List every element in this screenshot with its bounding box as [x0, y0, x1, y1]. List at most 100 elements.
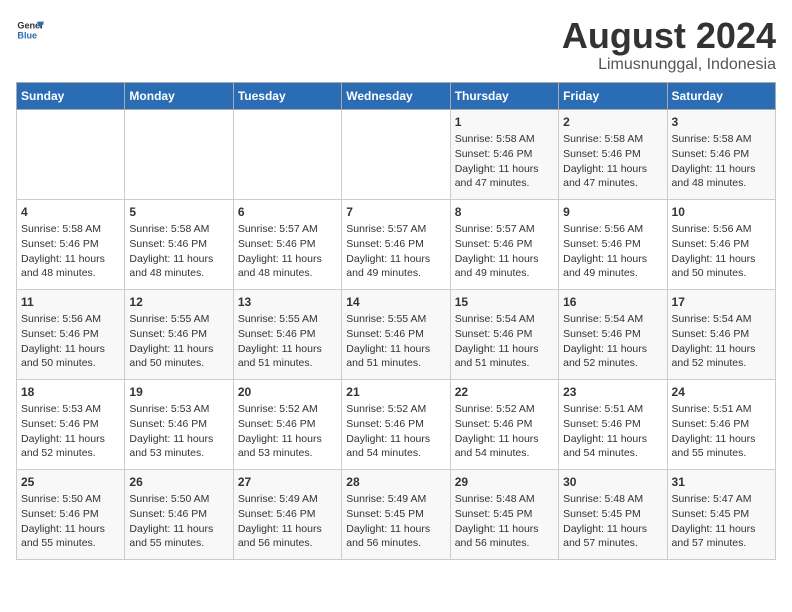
day-info: Sunrise: 5:55 AM Sunset: 5:46 PM Dayligh…: [346, 312, 445, 371]
day-number: 10: [672, 204, 771, 221]
day-info: Sunrise: 5:47 AM Sunset: 5:45 PM Dayligh…: [672, 492, 771, 551]
day-info: Sunrise: 5:52 AM Sunset: 5:46 PM Dayligh…: [455, 402, 554, 461]
day-cell: 17Sunrise: 5:54 AM Sunset: 5:46 PM Dayli…: [667, 289, 775, 379]
day-cell: 31Sunrise: 5:47 AM Sunset: 5:45 PM Dayli…: [667, 469, 775, 559]
day-number: 25: [21, 474, 120, 491]
day-cell: 19Sunrise: 5:53 AM Sunset: 5:46 PM Dayli…: [125, 379, 233, 469]
svg-text:Blue: Blue: [17, 30, 37, 40]
day-cell: 22Sunrise: 5:52 AM Sunset: 5:46 PM Dayli…: [450, 379, 558, 469]
col-header-saturday: Saturday: [667, 82, 775, 109]
day-number: 24: [672, 384, 771, 401]
day-cell: 3Sunrise: 5:58 AM Sunset: 5:46 PM Daylig…: [667, 109, 775, 199]
subtitle: Limusnunggal, Indonesia: [562, 56, 776, 74]
day-info: Sunrise: 5:52 AM Sunset: 5:46 PM Dayligh…: [238, 402, 337, 461]
logo-icon: General Blue: [16, 16, 44, 44]
day-cell: 10Sunrise: 5:56 AM Sunset: 5:46 PM Dayli…: [667, 199, 775, 289]
header-row: SundayMondayTuesdayWednesdayThursdayFrid…: [17, 82, 776, 109]
day-number: 28: [346, 474, 445, 491]
title-block: August 2024 Limusnunggal, Indonesia: [562, 16, 776, 74]
week-row-1: 4Sunrise: 5:58 AM Sunset: 5:46 PM Daylig…: [17, 199, 776, 289]
day-number: 5: [129, 204, 228, 221]
col-header-sunday: Sunday: [17, 82, 125, 109]
day-number: 27: [238, 474, 337, 491]
col-header-friday: Friday: [559, 82, 667, 109]
col-header-monday: Monday: [125, 82, 233, 109]
day-cell: 27Sunrise: 5:49 AM Sunset: 5:46 PM Dayli…: [233, 469, 341, 559]
day-cell: 4Sunrise: 5:58 AM Sunset: 5:46 PM Daylig…: [17, 199, 125, 289]
day-number: 17: [672, 294, 771, 311]
day-cell: 2Sunrise: 5:58 AM Sunset: 5:46 PM Daylig…: [559, 109, 667, 199]
day-info: Sunrise: 5:53 AM Sunset: 5:46 PM Dayligh…: [129, 402, 228, 461]
day-cell: [17, 109, 125, 199]
day-info: Sunrise: 5:54 AM Sunset: 5:46 PM Dayligh…: [455, 312, 554, 371]
day-number: 19: [129, 384, 228, 401]
day-cell: 13Sunrise: 5:55 AM Sunset: 5:46 PM Dayli…: [233, 289, 341, 379]
day-cell: 15Sunrise: 5:54 AM Sunset: 5:46 PM Dayli…: [450, 289, 558, 379]
day-number: 18: [21, 384, 120, 401]
week-row-3: 18Sunrise: 5:53 AM Sunset: 5:46 PM Dayli…: [17, 379, 776, 469]
day-number: 16: [563, 294, 662, 311]
day-number: 3: [672, 114, 771, 131]
day-cell: 29Sunrise: 5:48 AM Sunset: 5:45 PM Dayli…: [450, 469, 558, 559]
day-number: 14: [346, 294, 445, 311]
day-info: Sunrise: 5:58 AM Sunset: 5:46 PM Dayligh…: [129, 222, 228, 281]
day-info: Sunrise: 5:55 AM Sunset: 5:46 PM Dayligh…: [238, 312, 337, 371]
day-info: Sunrise: 5:58 AM Sunset: 5:46 PM Dayligh…: [21, 222, 120, 281]
week-row-4: 25Sunrise: 5:50 AM Sunset: 5:46 PM Dayli…: [17, 469, 776, 559]
day-cell: 1Sunrise: 5:58 AM Sunset: 5:46 PM Daylig…: [450, 109, 558, 199]
day-info: Sunrise: 5:48 AM Sunset: 5:45 PM Dayligh…: [563, 492, 662, 551]
day-cell: [233, 109, 341, 199]
day-info: Sunrise: 5:56 AM Sunset: 5:46 PM Dayligh…: [21, 312, 120, 371]
day-info: Sunrise: 5:57 AM Sunset: 5:46 PM Dayligh…: [346, 222, 445, 281]
day-cell: 20Sunrise: 5:52 AM Sunset: 5:46 PM Dayli…: [233, 379, 341, 469]
day-number: 2: [563, 114, 662, 131]
day-cell: 5Sunrise: 5:58 AM Sunset: 5:46 PM Daylig…: [125, 199, 233, 289]
day-cell: 25Sunrise: 5:50 AM Sunset: 5:46 PM Dayli…: [17, 469, 125, 559]
day-cell: [125, 109, 233, 199]
day-number: 7: [346, 204, 445, 221]
page-header: General Blue August 2024 Limusnunggal, I…: [16, 16, 776, 74]
day-info: Sunrise: 5:49 AM Sunset: 5:45 PM Dayligh…: [346, 492, 445, 551]
day-info: Sunrise: 5:58 AM Sunset: 5:46 PM Dayligh…: [672, 132, 771, 191]
day-info: Sunrise: 5:48 AM Sunset: 5:45 PM Dayligh…: [455, 492, 554, 551]
col-header-tuesday: Tuesday: [233, 82, 341, 109]
day-info: Sunrise: 5:58 AM Sunset: 5:46 PM Dayligh…: [563, 132, 662, 191]
calendar-table: SundayMondayTuesdayWednesdayThursdayFrid…: [16, 82, 776, 560]
day-number: 4: [21, 204, 120, 221]
day-cell: 11Sunrise: 5:56 AM Sunset: 5:46 PM Dayli…: [17, 289, 125, 379]
day-number: 22: [455, 384, 554, 401]
day-number: 30: [563, 474, 662, 491]
day-info: Sunrise: 5:54 AM Sunset: 5:46 PM Dayligh…: [563, 312, 662, 371]
day-cell: 24Sunrise: 5:51 AM Sunset: 5:46 PM Dayli…: [667, 379, 775, 469]
day-info: Sunrise: 5:50 AM Sunset: 5:46 PM Dayligh…: [129, 492, 228, 551]
day-number: 21: [346, 384, 445, 401]
week-row-2: 11Sunrise: 5:56 AM Sunset: 5:46 PM Dayli…: [17, 289, 776, 379]
day-number: 12: [129, 294, 228, 311]
day-number: 9: [563, 204, 662, 221]
day-info: Sunrise: 5:57 AM Sunset: 5:46 PM Dayligh…: [238, 222, 337, 281]
day-cell: 6Sunrise: 5:57 AM Sunset: 5:46 PM Daylig…: [233, 199, 341, 289]
day-cell: 7Sunrise: 5:57 AM Sunset: 5:46 PM Daylig…: [342, 199, 450, 289]
day-cell: 21Sunrise: 5:52 AM Sunset: 5:46 PM Dayli…: [342, 379, 450, 469]
day-number: 23: [563, 384, 662, 401]
day-info: Sunrise: 5:50 AM Sunset: 5:46 PM Dayligh…: [21, 492, 120, 551]
day-info: Sunrise: 5:52 AM Sunset: 5:46 PM Dayligh…: [346, 402, 445, 461]
day-cell: 23Sunrise: 5:51 AM Sunset: 5:46 PM Dayli…: [559, 379, 667, 469]
day-number: 1: [455, 114, 554, 131]
day-cell: [342, 109, 450, 199]
day-cell: 12Sunrise: 5:55 AM Sunset: 5:46 PM Dayli…: [125, 289, 233, 379]
day-cell: 30Sunrise: 5:48 AM Sunset: 5:45 PM Dayli…: [559, 469, 667, 559]
day-number: 29: [455, 474, 554, 491]
col-header-wednesday: Wednesday: [342, 82, 450, 109]
day-info: Sunrise: 5:56 AM Sunset: 5:46 PM Dayligh…: [563, 222, 662, 281]
day-cell: 16Sunrise: 5:54 AM Sunset: 5:46 PM Dayli…: [559, 289, 667, 379]
day-number: 26: [129, 474, 228, 491]
day-number: 31: [672, 474, 771, 491]
day-info: Sunrise: 5:57 AM Sunset: 5:46 PM Dayligh…: [455, 222, 554, 281]
day-number: 20: [238, 384, 337, 401]
day-info: Sunrise: 5:58 AM Sunset: 5:46 PM Dayligh…: [455, 132, 554, 191]
day-info: Sunrise: 5:51 AM Sunset: 5:46 PM Dayligh…: [563, 402, 662, 461]
day-info: Sunrise: 5:53 AM Sunset: 5:46 PM Dayligh…: [21, 402, 120, 461]
day-number: 15: [455, 294, 554, 311]
day-cell: 28Sunrise: 5:49 AM Sunset: 5:45 PM Dayli…: [342, 469, 450, 559]
